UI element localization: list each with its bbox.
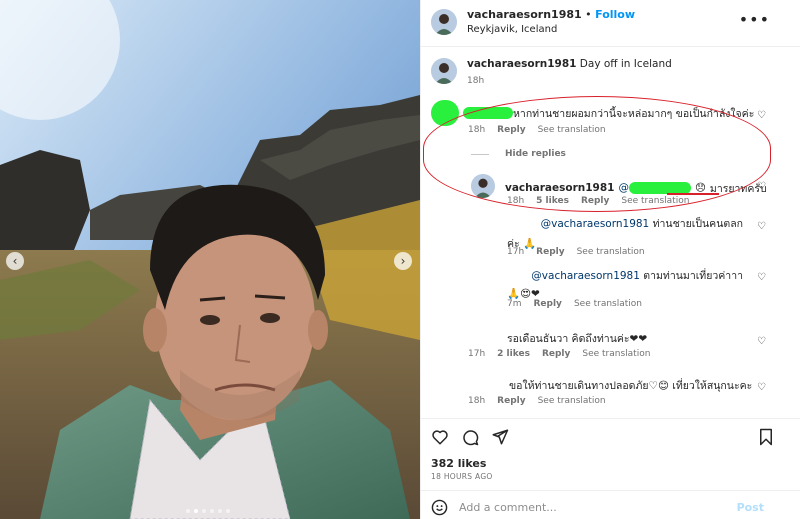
mention[interactable]: @vacharaesorn1981 bbox=[541, 218, 650, 230]
chevron-left-icon: ‹ bbox=[12, 254, 18, 268]
like-comment-icon[interactable]: ♡ bbox=[757, 221, 766, 232]
divider bbox=[421, 418, 800, 419]
post-photo: ‹ › bbox=[0, 0, 420, 519]
comment-time: 17h bbox=[468, 349, 486, 359]
bookmark-icon[interactable] bbox=[758, 428, 774, 446]
avatar[interactable] bbox=[431, 8, 457, 35]
avatar[interactable] bbox=[431, 58, 457, 84]
next-photo-button[interactable]: › bbox=[394, 252, 412, 270]
comment-meta: 17h 2 likes Reply See translation bbox=[468, 349, 650, 359]
comment-text: ขอให้ท่านชายเดินทางปลอดภัย♡😊 เที่ยวให้สน… bbox=[509, 380, 753, 392]
like-comment-icon[interactable]: ♡ bbox=[757, 336, 766, 347]
see-translation-button[interactable]: See translation bbox=[577, 247, 645, 257]
caption-text: Day off in Iceland bbox=[579, 58, 672, 70]
post-comment-button[interactable]: Post bbox=[737, 501, 764, 514]
reply-item: @vacharaesorn1981 ตามท่านมาเที่ยวค่าาา 🙏… bbox=[507, 267, 757, 300]
comment-likes[interactable]: 2 likes bbox=[497, 349, 530, 359]
more-options-icon[interactable]: ••• bbox=[739, 10, 770, 29]
carousel-dots bbox=[186, 509, 230, 513]
carousel-dot[interactable] bbox=[202, 509, 206, 513]
divider bbox=[421, 46, 800, 47]
like-icon[interactable] bbox=[431, 428, 449, 446]
carousel-dot[interactable] bbox=[226, 509, 230, 513]
reply-text: ท่านชายเป็นคนตลก bbox=[652, 218, 743, 230]
mention[interactable]: @vacharaesorn1981 bbox=[531, 270, 640, 282]
reply-time: 17h bbox=[507, 247, 525, 257]
carousel-dot-active[interactable] bbox=[194, 509, 198, 513]
like-comment-icon[interactable]: ♡ bbox=[757, 181, 766, 192]
selfie-image bbox=[0, 0, 420, 519]
reply-meta: 7m Reply See translation bbox=[507, 299, 642, 309]
reply-text: ตามท่านมาเที่ยวค่าาา bbox=[643, 270, 743, 282]
reply-button[interactable]: Reply bbox=[536, 247, 564, 257]
red-highlight-ellipse bbox=[423, 96, 771, 212]
reply-button[interactable]: Reply bbox=[534, 299, 562, 309]
like-comment-icon[interactable]: ♡ bbox=[757, 110, 766, 121]
see-translation-button[interactable]: See translation bbox=[538, 396, 606, 406]
see-translation-button[interactable]: See translation bbox=[574, 299, 642, 309]
emoji-icon[interactable] bbox=[431, 499, 448, 516]
chevron-right-icon: › bbox=[400, 254, 406, 268]
comment-icon[interactable] bbox=[461, 428, 479, 446]
comment-text: รอเดือนธันวา คิดถึงท่านค่ะ❤❤ bbox=[507, 333, 648, 345]
post-details-panel: vacharaesorn1981 • Follow Reykjavik, Ice… bbox=[420, 0, 800, 519]
divider bbox=[421, 490, 800, 491]
carousel-dot[interactable] bbox=[210, 509, 214, 513]
comment-time: 18h bbox=[468, 396, 486, 406]
share-icon[interactable] bbox=[491, 428, 509, 446]
post-time-ago: 18 HOURS AGO bbox=[431, 472, 493, 481]
post-header: vacharaesorn1981 • Follow Reykjavik, Ice… bbox=[431, 8, 635, 35]
caption-time: 18h bbox=[467, 76, 485, 86]
reply-time: 7m bbox=[507, 299, 522, 309]
caption-username[interactable]: vacharaesorn1981 bbox=[467, 58, 576, 70]
previous-photo-button[interactable]: ‹ bbox=[6, 252, 24, 270]
add-comment-input[interactable]: Add a comment... bbox=[459, 501, 557, 514]
post-actions bbox=[431, 428, 509, 446]
follow-button[interactable]: Follow bbox=[595, 8, 635, 21]
caption: vacharaesorn1981 Day off in Iceland 18h bbox=[431, 58, 672, 86]
comment-meta: 18h Reply See translation bbox=[468, 396, 606, 406]
reply-meta: 17h Reply See translation bbox=[507, 247, 645, 257]
username[interactable]: vacharaesorn1981 bbox=[467, 8, 582, 21]
reply-button[interactable]: Reply bbox=[542, 349, 570, 359]
reply-button[interactable]: Reply bbox=[497, 396, 525, 406]
carousel-dot[interactable] bbox=[218, 509, 222, 513]
likes-count[interactable]: 382 likes bbox=[431, 457, 486, 470]
see-translation-button[interactable]: See translation bbox=[582, 349, 650, 359]
carousel-dot[interactable] bbox=[186, 509, 190, 513]
like-comment-icon[interactable]: ♡ bbox=[757, 382, 766, 393]
location[interactable]: Reykjavik, Iceland bbox=[467, 24, 635, 35]
like-comment-icon[interactable]: ♡ bbox=[757, 272, 766, 283]
